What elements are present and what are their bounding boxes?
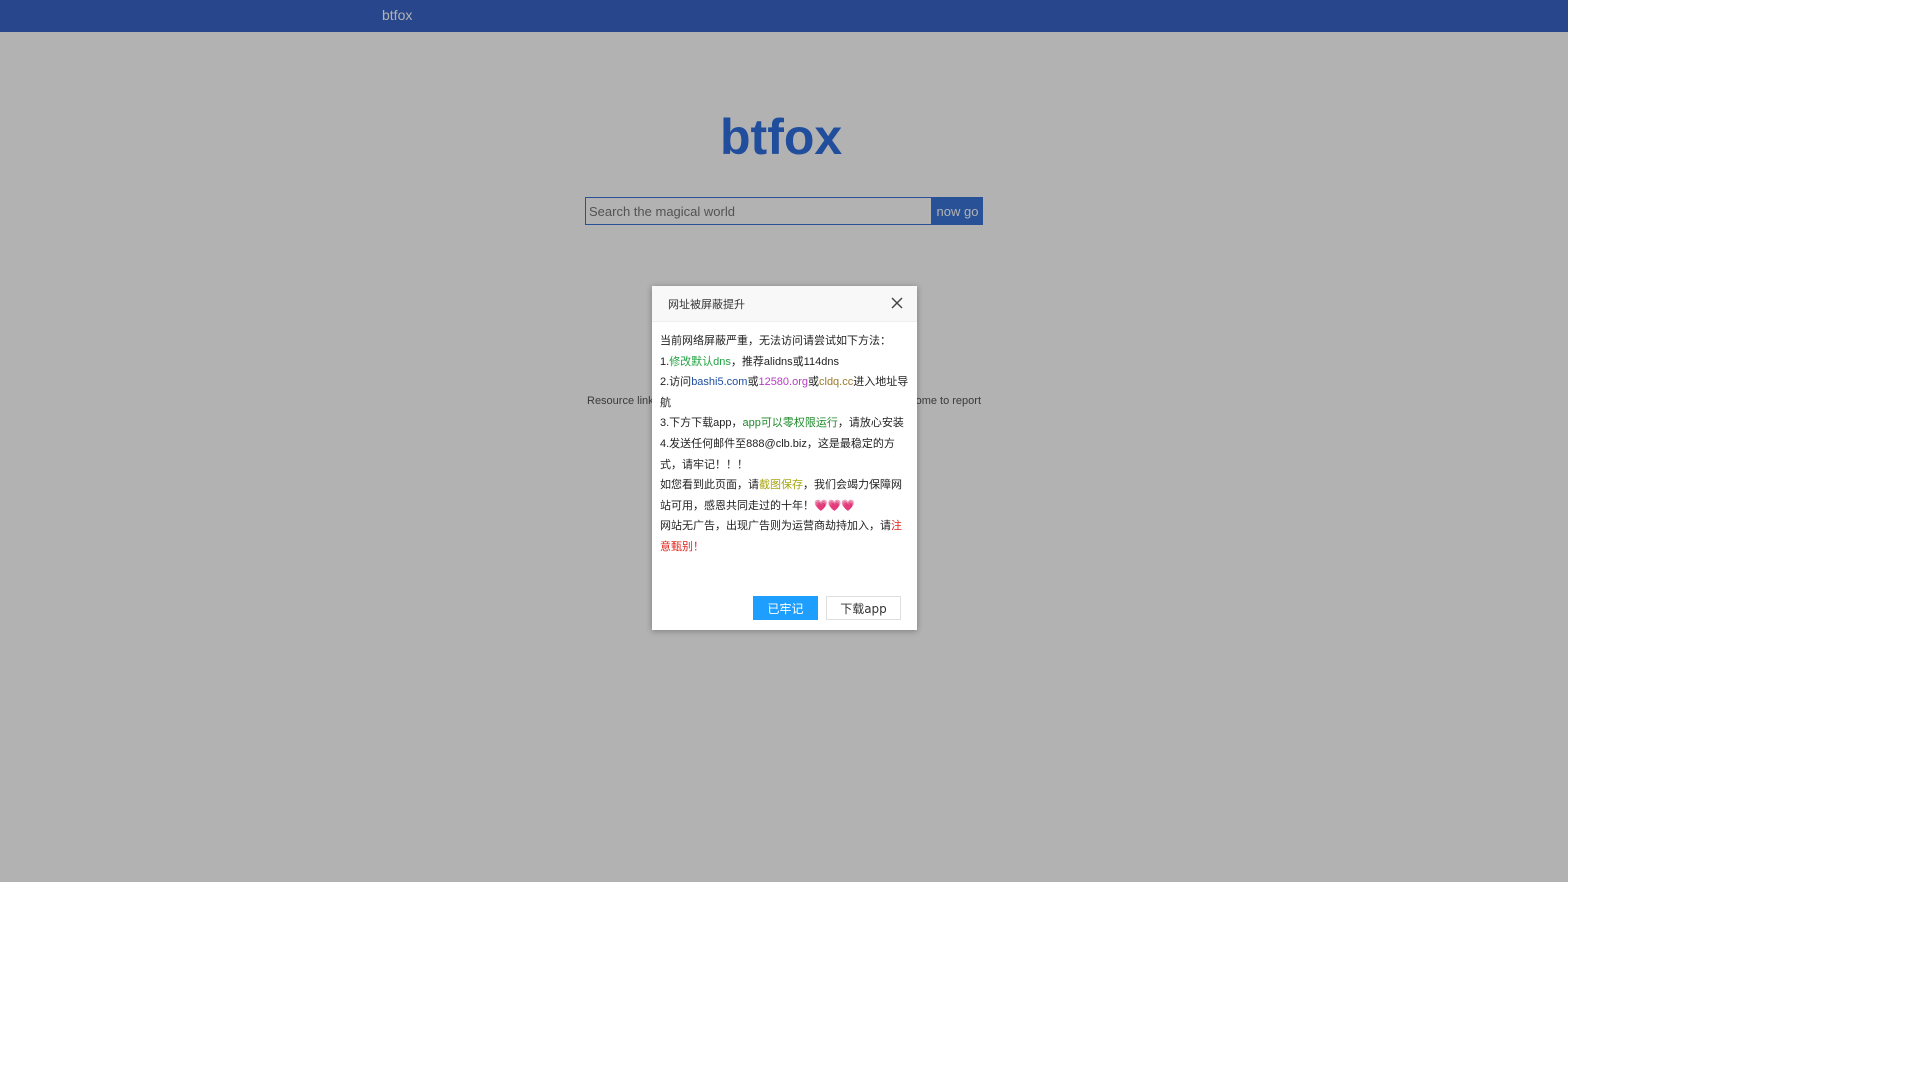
notice-line-2-or-1: 或 [747, 376, 759, 389]
notice-line-1: 1.修改默认dns，推荐alidns或114dns [660, 352, 910, 373]
remembered-button[interactable]: 已牢记 [753, 596, 818, 620]
hearts-icon: 💗💗💗 [814, 499, 856, 512]
notice-line-3-highlight: app可以零权限运行 [742, 417, 838, 430]
notice-line-2-prefix: 2.访问 [660, 376, 692, 389]
close-icon[interactable] [890, 296, 904, 310]
notice-line-6: 网站无广告，出现广告则为运营商劫持加入，请注意甄别！ [660, 516, 910, 557]
notice-line-5-prefix: 如您看到此页面，请 [660, 479, 759, 492]
notice-line-4: 4.发送任何邮件至888@clb.biz，这是最稳定的方式，请牢记！！！ [660, 437, 895, 471]
notice-line-3-prefix: 3.下方下载app， [660, 417, 743, 430]
mirror-link-bashi5[interactable]: bashi5.com [691, 376, 747, 388]
notice-line-2: 2.访问bashi5.com或12580.org或cldq.cc进入地址导航 [660, 372, 910, 413]
notice-line-1-rest: ，推荐alidns或114dns [730, 355, 839, 368]
mirror-link-12580[interactable]: 12580.org [758, 376, 808, 388]
notice-line-intro: 当前网络屏蔽严重，无法访问请尝试如下方法： [660, 335, 891, 347]
notice-line-6-prefix: 网站无广告，出现广告则为运营商劫持加入，请 [660, 520, 891, 533]
dialog-title: 网址被屏蔽提升 [668, 299, 745, 311]
notice-line-5-highlight: 截图保存 [759, 479, 803, 492]
modify-dns-link[interactable]: 修改默认dns [669, 356, 731, 368]
download-app-button[interactable]: 下载app [826, 596, 901, 620]
dialog-header: 网址被屏蔽提升 [652, 286, 917, 322]
notice-line-3: 3.下方下载app，app可以零权限运行，请放心安装 [660, 413, 910, 434]
notice-line-1-prefix: 1. [660, 355, 670, 368]
notice-line-3-rest: ，请放心安装 [837, 417, 904, 430]
blocked-notice-dialog: 网址被屏蔽提升 当前网络屏蔽严重，无法访问请尝试如下方法： 1.修改默认dns，… [652, 286, 917, 630]
notice-line-2-or-2: 或 [808, 376, 819, 389]
notice-line-5: 如您看到此页面，请截图保存，我们会竭力保障网站可用，感恩共同走过的十年！💗💗💗 [660, 475, 910, 516]
mirror-link-cldq[interactable]: cldq.cc [819, 376, 853, 388]
dialog-body: 当前网络屏蔽严重，无法访问请尝试如下方法： 1.修改默认dns，推荐alidns… [660, 331, 910, 558]
